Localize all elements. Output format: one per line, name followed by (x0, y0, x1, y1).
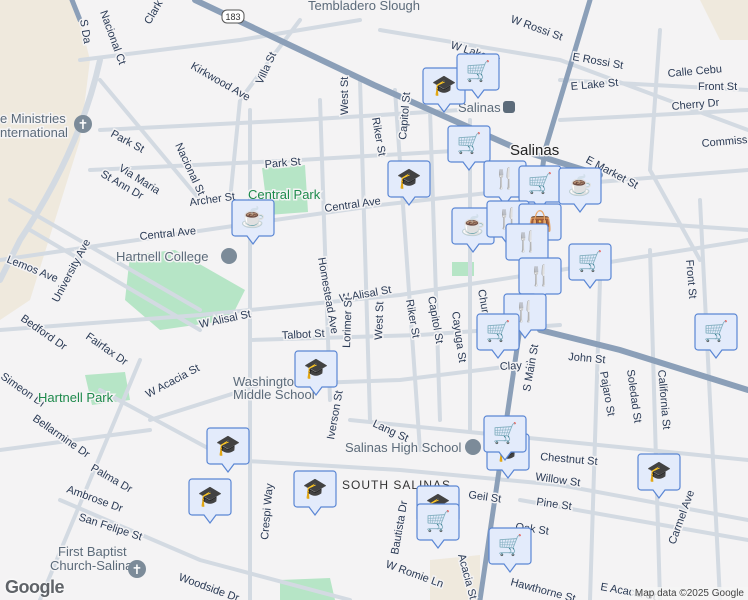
street-label: Chestnut St (540, 451, 598, 468)
shopping-icon: 🛒 (493, 421, 518, 445)
street-label: Ambrose Dr (65, 484, 125, 515)
street-label: John St (568, 351, 606, 366)
school-marker[interactable]: 🎓 (188, 478, 232, 524)
street-label: Bedford Dr (18, 313, 69, 354)
shopping-icon: 🛒 (466, 59, 491, 83)
school-marker[interactable]: 🎓 (293, 470, 337, 516)
street-label: Pine St (536, 496, 573, 513)
baptist-label-1[interactable]: First Baptist (57, 543, 129, 561)
street-label: Soledad St (624, 369, 643, 424)
shopping-marker[interactable]: 🛒 (488, 527, 532, 573)
street-label: S Main St (521, 343, 541, 392)
street-label: Bellarmine Dr (30, 413, 92, 461)
street-label: W Rossi St (509, 14, 564, 44)
street-label: Park St (109, 128, 146, 156)
ministries-label-2[interactable]: nternational (0, 124, 70, 142)
highway-183-label: 183 (225, 12, 240, 22)
restaurant-icon: 🍴 (515, 229, 540, 253)
street-label: Front St (698, 81, 737, 93)
hartnell-park-label[interactable]: Hartnell Park (37, 389, 116, 407)
street-label: West St (373, 301, 386, 340)
street-label: Hawthorne St (509, 576, 576, 600)
street-label: Woodside Dr (177, 572, 241, 600)
street-label: Pajaro St (597, 370, 617, 417)
street-label: Capitol St (425, 295, 445, 344)
street-label: Riker St (369, 116, 388, 157)
school-marker[interactable]: 🎓 (637, 453, 681, 499)
street-label: Palma Dr (89, 462, 135, 495)
shopping-marker[interactable]: 🛒 (694, 313, 738, 359)
street-label: Homestead Ave (315, 256, 340, 334)
cafe-icon: ☕ (241, 205, 266, 229)
school-icon: 🎓 (198, 486, 223, 508)
shopping-marker[interactable]: 🛒 (476, 313, 520, 359)
street-label: Villa St (254, 50, 279, 86)
shopping-icon: 🛒 (457, 131, 482, 155)
street-label: Central Ave (324, 195, 382, 215)
school-marker[interactable]: 🎓 (206, 427, 250, 473)
street-label: Commiss (701, 134, 748, 150)
street-label: Fairfax Dr (83, 331, 130, 369)
shopping-icon: 🛒 (578, 249, 603, 273)
map-attribution[interactable]: Map data ©2025 Google (630, 587, 748, 600)
ministries-label-1[interactable]: e Ministries (0, 110, 68, 128)
hartnell-college-label[interactable]: Hartnell College (115, 248, 211, 266)
street-label: W Acacia St (144, 362, 202, 400)
google-logo[interactable]: Google (5, 577, 65, 598)
shopping-icon: 🛒 (498, 533, 523, 557)
svg-text:✝: ✝ (78, 117, 89, 132)
street-label: Riker St (403, 298, 422, 339)
street-label: West St (339, 77, 351, 115)
street-label: Crespi Way (259, 482, 276, 540)
street-label: Clark St (142, 0, 172, 27)
university-icon[interactable] (221, 248, 237, 264)
school-icon: 🎓 (397, 168, 422, 190)
school-icon: 🎓 (432, 75, 457, 97)
cafe-icon: ☕ (461, 213, 486, 237)
tembladero-label: Tembladero Slough (308, 0, 420, 13)
restaurant-icon: 🍴 (493, 166, 518, 190)
school-icon: 🎓 (303, 478, 328, 500)
school-poi-icon[interactable] (465, 439, 481, 455)
svg-text:✝: ✝ (132, 562, 143, 577)
street-label: Central Ave (139, 225, 197, 243)
street-label: San Felipe St (77, 511, 144, 543)
cafe-icon: ☕ (568, 173, 593, 197)
shopping-icon: 🛒 (704, 319, 729, 343)
street-label: Carmel Ave (667, 489, 698, 546)
street-label: California St (655, 369, 672, 430)
cafe-marker[interactable]: ☕ (231, 199, 275, 245)
street-label: Calle Cebu (667, 63, 722, 80)
shopping-icon: 🛒 (528, 171, 553, 195)
street-label: Cayuga St (449, 311, 468, 364)
school-icon: 🎓 (304, 358, 329, 380)
shopping-marker[interactable]: 🛒 (416, 503, 460, 549)
street-label: Talbot St (282, 328, 325, 342)
school-icon: 🎓 (647, 461, 672, 483)
highway-shield: 183 (221, 9, 245, 24)
shopping-icon: 🛒 (486, 319, 511, 343)
shopping-icon: 🛒 (426, 509, 451, 533)
street-label: Kirkwood Ave (189, 60, 253, 104)
cafe-marker[interactable]: ☕ (558, 167, 602, 213)
street-label: Bautista Dr (389, 500, 410, 556)
washington-label-2[interactable]: Middle School (232, 386, 317, 404)
baptist-label-2[interactable]: Church-Salinas (49, 557, 141, 575)
street-label: Front St (683, 259, 698, 299)
school-icon: 🎓 (216, 435, 241, 457)
restaurant-icon: 🍴 (528, 263, 553, 287)
map-canvas[interactable]: 183 Nacional CtClark StKirkwood Ave Villa… (0, 0, 748, 600)
salinas-high-label[interactable]: Salinas High School (344, 439, 463, 457)
train-station-icon[interactable] (503, 101, 515, 113)
shopping-marker[interactable]: 🛒 (568, 243, 612, 289)
city-label: Salinas (510, 142, 559, 159)
street-label: Lorimer St (341, 297, 355, 348)
